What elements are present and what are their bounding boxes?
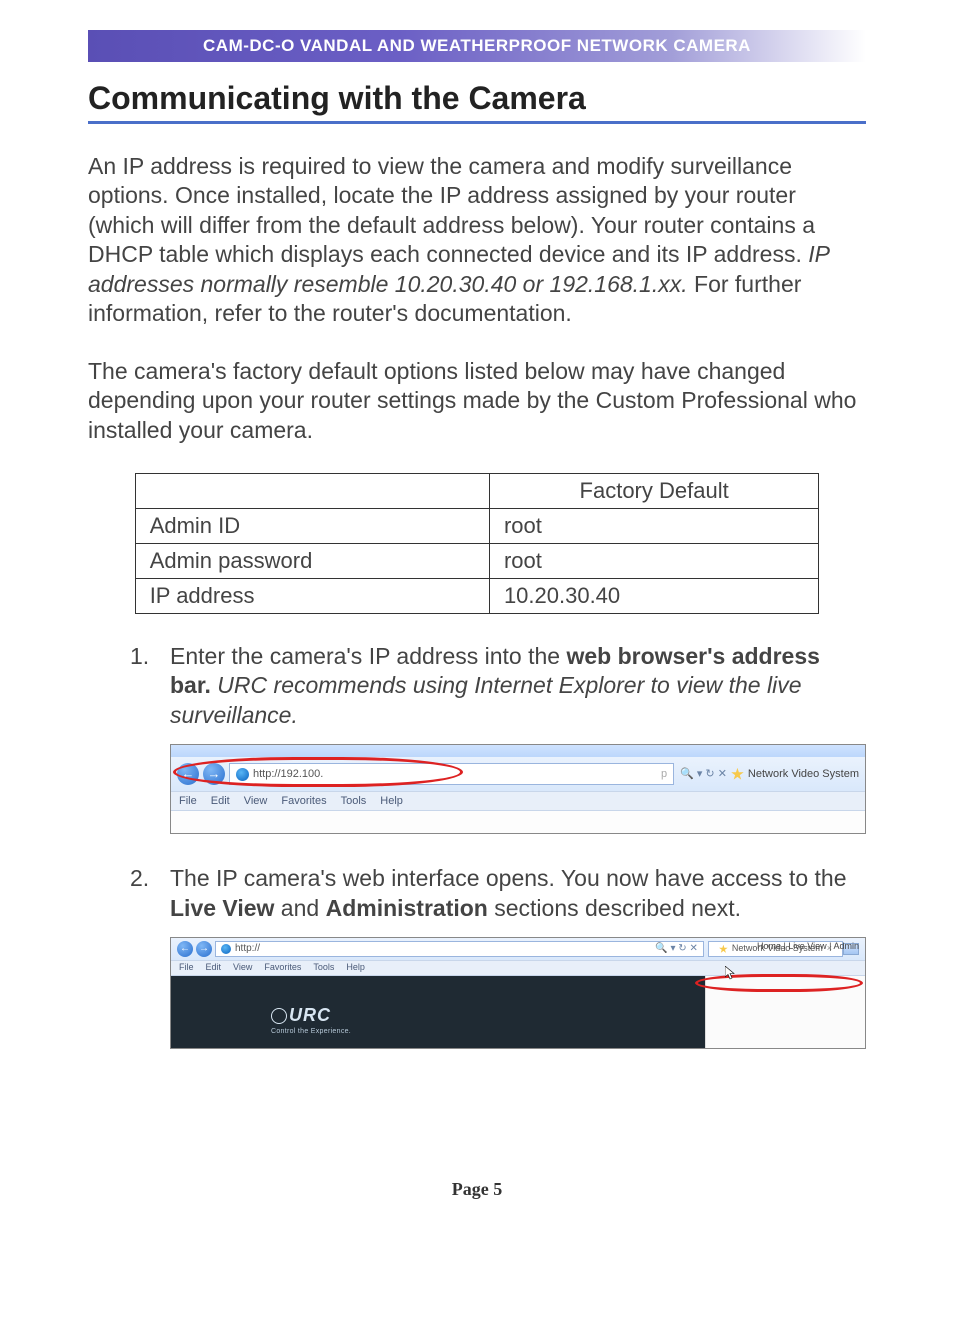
browser2-address-bar[interactable]: http:// 🔍 ▾ ↻ ✕: [215, 941, 704, 957]
search-refresh-stop-icons[interactable]: 🔍 ▾ ↻ ✕: [680, 767, 727, 781]
table-cell-label: Admin password: [135, 543, 489, 578]
para1-text-a: An IP address is required to view the ca…: [88, 153, 815, 267]
menu-file[interactable]: File: [179, 794, 197, 808]
step1-text-a: Enter the camera's IP address into the: [170, 643, 566, 669]
table-cell-value: root: [489, 543, 818, 578]
table-header-row: Factory Default: [135, 473, 819, 508]
address-right-controls: 🔍 ▾ ↻ ✕ Network Video System: [680, 767, 859, 781]
favorites-star-icon[interactable]: [731, 768, 744, 781]
table-cell-value: root: [489, 508, 818, 543]
address-bar[interactable]: http://192.100. p: [229, 763, 674, 785]
camera-webui: URC Control the Experience. Home | Live …: [171, 976, 865, 1048]
intro-paragraph-1: An IP address is required to view the ca…: [88, 152, 866, 329]
menu-view[interactable]: View: [244, 794, 268, 808]
table-cell-value: 10.20.30.40: [489, 578, 818, 613]
page-footer: Page 5: [88, 1179, 866, 1200]
step2-strong-liveview: Live View: [170, 895, 274, 921]
menu-tools[interactable]: Tools: [313, 962, 334, 974]
menu-favorites[interactable]: Favorites: [264, 962, 301, 974]
steps-list: Enter the camera's IP address into the w…: [88, 642, 866, 1049]
table-cell-label: Admin ID: [135, 508, 489, 543]
browser-menu-bar: File Edit View Favorites Tools Help: [171, 791, 865, 811]
step2-text-mid: and: [274, 895, 325, 921]
section-heading: Communicating with the Camera: [88, 80, 866, 124]
back-button[interactable]: ←: [177, 941, 193, 957]
menu-edit[interactable]: Edit: [206, 962, 222, 974]
table-header-default: Factory Default: [489, 473, 818, 508]
factory-defaults-table: Factory Default Admin ID root Admin pass…: [135, 473, 820, 614]
forward-button[interactable]: →: [196, 941, 212, 957]
step2-strong-admin: Administration: [326, 895, 488, 921]
back-button[interactable]: ←: [177, 763, 199, 785]
menu-help[interactable]: Help: [346, 962, 365, 974]
doc-header-banner: CAM-DC-O VANDAL AND WEATHERPROOF NETWORK…: [88, 30, 866, 62]
urc-logo: URC Control the Experience.: [271, 1004, 351, 1037]
browser-tab-title: Network Video System: [748, 767, 859, 781]
address-autocomplete-hint: p: [661, 767, 667, 781]
browser-content-blank: [171, 811, 865, 833]
menu-favorites[interactable]: Favorites: [281, 794, 326, 808]
ie-favicon-icon: [221, 944, 231, 954]
mouse-cursor-icon: [725, 958, 735, 972]
browser-screenshot-1: ← → http://192.100. p 🔍 ▾ ↻ ✕ Network Vi…: [170, 744, 866, 834]
menu-edit[interactable]: Edit: [211, 794, 230, 808]
table-row: IP address 10.20.30.40: [135, 578, 819, 613]
step2-text-a: The IP camera's web interface opens. You…: [170, 865, 847, 891]
menu-file[interactable]: File: [179, 962, 194, 974]
favorites-star-icon: [719, 945, 728, 954]
table-row: Admin password root: [135, 543, 819, 578]
intro-paragraph-2: The camera's factory default options lis…: [88, 357, 866, 445]
step-2: The IP camera's web interface opens. You…: [130, 864, 866, 1049]
forward-button[interactable]: →: [203, 763, 225, 785]
address-url-text: http://192.100.: [253, 767, 323, 781]
urc-logo-text: URC: [289, 1005, 331, 1025]
table-header-blank: [135, 473, 489, 508]
step1-italic: URC recommends using Internet Explorer t…: [170, 672, 802, 727]
browser2-url-text: http://: [235, 943, 260, 956]
table-row: Admin ID root: [135, 508, 819, 543]
browser-address-row: ← → http://192.100. p 🔍 ▾ ↻ ✕ Network Vi…: [171, 757, 865, 791]
menu-tools[interactable]: Tools: [341, 794, 367, 808]
search-refresh-stop-icons[interactable]: 🔍 ▾ ↻ ✕: [655, 943, 698, 956]
menu-view[interactable]: View: [233, 962, 252, 974]
browser-titlebar: [171, 745, 865, 757]
camera-webui-right-panel: Home | Live View | Admin: [705, 976, 865, 1048]
globe-icon: [271, 1008, 287, 1024]
camera-webui-header: URC Control the Experience.: [171, 976, 705, 1048]
browser-screenshot-2: ← → http:// 🔍 ▾ ↻ ✕ Network Video System…: [170, 937, 866, 1049]
browser2-menu-bar: File Edit View Favorites Tools Help: [171, 960, 865, 976]
table-cell-label: IP address: [135, 578, 489, 613]
ie-favicon-icon: [236, 768, 249, 781]
camera-nav-links[interactable]: Home | Live View | Admin: [757, 941, 859, 953]
menu-help[interactable]: Help: [380, 794, 403, 808]
urc-logo-tagline: Control the Experience.: [271, 1028, 351, 1037]
step2-text-b: sections described next.: [488, 895, 741, 921]
step-1: Enter the camera's IP address into the w…: [130, 642, 866, 834]
